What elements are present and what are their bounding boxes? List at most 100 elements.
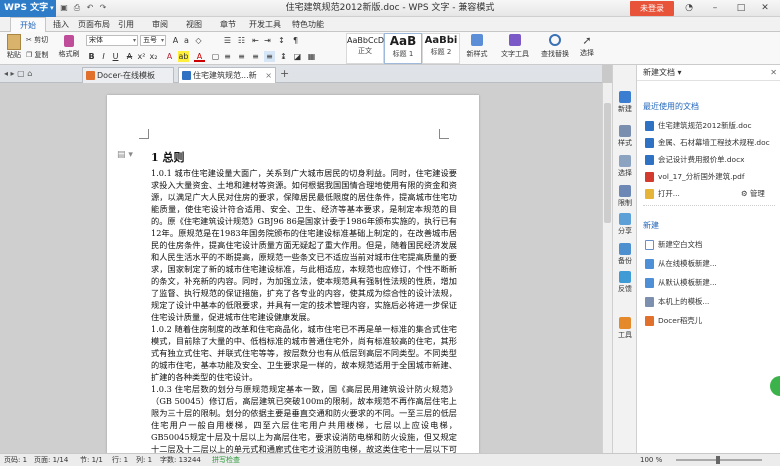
toolbar-new[interactable]: 新建 xyxy=(613,91,637,114)
border-icon[interactable]: ▦ xyxy=(306,51,317,62)
doc-tab-active[interactable]: 住宅建筑规范...新版.doc× xyxy=(178,67,276,95)
tab-view[interactable]: 视图 xyxy=(180,17,208,32)
subscript-icon[interactable]: x₂ xyxy=(148,51,159,62)
char-border-icon[interactable]: ▢ xyxy=(210,51,221,62)
manage-button[interactable]: ⚙ 管理 xyxy=(741,188,765,199)
superscript-icon[interactable]: x² xyxy=(136,51,147,62)
style-heading-2[interactable]: AaBbi 标题 2 xyxy=(422,33,460,64)
style-normal[interactable]: AaBbCcD 正文 xyxy=(346,33,384,64)
numbered-list-icon[interactable]: ☷ xyxy=(236,35,247,46)
zoom-level[interactable]: 100 % xyxy=(640,454,662,466)
clear-format-icon[interactable]: ◇ xyxy=(193,35,204,46)
document-body[interactable]: 1.0.1 城市住宅建设量大面广，关系到广大城市居民的切身利益。同时，住宅建设要… xyxy=(151,167,457,453)
align-left-icon[interactable]: ≡ xyxy=(222,51,233,62)
copy-label: 复制 xyxy=(34,51,49,59)
align-right-icon[interactable]: ≡ xyxy=(250,51,261,62)
new-blank-doc[interactable]: 新建空白文档 xyxy=(645,239,702,250)
bold-icon[interactable]: B xyxy=(86,51,97,62)
text-effect-icon[interactable]: A xyxy=(164,51,175,62)
shading-icon[interactable]: ◪ xyxy=(292,51,303,62)
shrink-font-icon[interactable]: a xyxy=(181,35,192,46)
new-from-local[interactable]: 本机上的模板... xyxy=(645,296,709,307)
recent-doc-item[interactable]: 金属、石材幕墙工程技术规程.doc xyxy=(645,137,770,148)
text-tools-button[interactable]: 文字工具 xyxy=(498,34,532,59)
copy-button[interactable]: ❐ 复制 xyxy=(26,50,49,60)
chevron-down-icon: ▾ xyxy=(160,37,164,44)
open-file-button[interactable]: 打开... xyxy=(645,188,680,199)
show-marks-icon[interactable]: ¶ xyxy=(290,35,301,46)
document-page[interactable]: ▤ ▾ 1 总则 1.0.1 城市住宅建设量大面广，关系到广大城市居民的切身利益… xyxy=(107,95,479,453)
doc-tab-docer[interactable]: Docer-在线模板 xyxy=(82,67,174,83)
task-pane-header[interactable]: 新建文档 ▾ ✕ xyxy=(637,65,780,81)
underline-icon[interactable]: U xyxy=(110,51,121,62)
spell-check-status[interactable]: 拼写检查 xyxy=(212,454,240,466)
document-canvas[interactable]: ▤ ▾ 1 总则 1.0.1 城市住宅建设量大面广，关系到广大城市居民的切身利益… xyxy=(0,83,602,453)
zoom-slider-thumb[interactable] xyxy=(716,456,720,464)
bullet-list-icon[interactable]: ☰ xyxy=(222,35,233,46)
status-page: 页码: 1 xyxy=(4,456,28,464)
tab-chapter[interactable]: 章节 xyxy=(214,17,242,32)
tab-references[interactable]: 引用 xyxy=(112,17,140,32)
settings-icon[interactable]: ◔ xyxy=(680,0,698,17)
tab-review[interactable]: 审阅 xyxy=(146,17,174,32)
style-heading-1[interactable]: AaB 标题 1 xyxy=(384,33,422,64)
toolbar-feedback[interactable]: 反馈 xyxy=(613,271,637,294)
decrease-indent-icon[interactable]: ⇤ xyxy=(250,35,261,46)
cut-button[interactable]: ✂ 剪切 xyxy=(26,35,48,45)
paragraph: 1.0.2 随着住房制度的改革和住宅商品化，城市住宅已不再是单一标准的集合式住宅… xyxy=(151,324,457,382)
tab-page-layout[interactable]: 页面布局 xyxy=(76,17,112,32)
new-from-default[interactable]: 从默认模板新建... xyxy=(645,277,717,288)
folder-icon xyxy=(645,189,654,199)
toolbar-select[interactable]: 选择 xyxy=(613,155,637,178)
new-from-online[interactable]: 从在线模板新建... xyxy=(645,258,717,269)
format-painter-button[interactable]: 格式刷 xyxy=(58,35,80,59)
paragraph: 1.0.3 住宅层数的划分与原规范规定基本一致，国《高层民用建筑设计防火规范》（… xyxy=(151,384,457,453)
select-button[interactable]: ➚ 选择 xyxy=(574,34,600,58)
cut-label: 剪切 xyxy=(34,36,49,44)
status-words[interactable]: 字数: 13244 xyxy=(160,454,201,466)
recent-doc-item[interactable]: 会记设计费用报价单.docx xyxy=(645,154,745,165)
new-item-label: 从默认模板新建... xyxy=(658,278,717,287)
font-family-select[interactable]: 宋体 ▾ xyxy=(86,35,138,46)
paragraph-icon[interactable]: ▤ ▾ xyxy=(117,150,133,160)
toolbar-style[interactable]: 样式 xyxy=(613,125,637,148)
close-button[interactable]: ✕ xyxy=(756,0,774,17)
recent-doc-item[interactable]: vol_17_分析国外建筑.pdf xyxy=(645,171,744,182)
crop-mark xyxy=(139,129,149,139)
maximize-button[interactable]: □ xyxy=(732,0,750,17)
minimize-button[interactable]: – xyxy=(706,0,724,17)
new-style-button[interactable]: 新样式 xyxy=(462,34,492,59)
italic-icon[interactable]: I xyxy=(98,51,109,62)
tab-special[interactable]: 特色功能 xyxy=(288,17,328,32)
tab-developer[interactable]: 开发工具 xyxy=(246,17,284,32)
line-spacing-icon[interactable]: ↨ xyxy=(278,51,289,62)
font-color-icon[interactable]: A xyxy=(194,51,205,62)
brush-icon xyxy=(64,35,74,47)
docer-link[interactable]: Docer稻壳儿 xyxy=(645,315,702,326)
find-replace-button[interactable]: 查找替换 xyxy=(538,34,572,59)
vertical-scrollbar[interactable] xyxy=(602,83,612,453)
toolbar-share[interactable]: 分享 xyxy=(613,213,637,236)
new-tab-button[interactable]: + xyxy=(280,67,289,80)
toolbar-tools[interactable]: 工具 xyxy=(613,317,637,340)
font-size-select[interactable]: 五号 ▾ xyxy=(140,35,166,46)
recent-doc-item[interactable]: 住宅建筑规范2012新版.doc xyxy=(645,120,752,131)
justify-icon[interactable]: ≡ xyxy=(264,51,275,62)
sort-icon[interactable]: ↕ xyxy=(276,35,287,46)
scrollbar-thumb[interactable] xyxy=(604,103,611,223)
login-button[interactable]: 未登录 xyxy=(630,1,674,16)
align-center-icon[interactable]: ≡ xyxy=(236,51,247,62)
increase-indent-icon[interactable]: ⇥ xyxy=(262,35,273,46)
toolbar-restrict[interactable]: 限制 xyxy=(613,185,637,208)
tab-home[interactable]: 开始 xyxy=(10,17,46,33)
close-icon[interactable]: ✕ xyxy=(770,65,777,81)
tab-nav-icons[interactable]: ◂ ▸ ▢ ⌂ xyxy=(4,69,32,78)
highlight-icon[interactable]: ab xyxy=(178,51,189,62)
close-tab-icon[interactable]: × xyxy=(265,68,272,83)
paste-button[interactable]: 粘贴 xyxy=(5,34,23,60)
strikethrough-icon[interactable]: A xyxy=(124,51,135,62)
tab-insert[interactable]: 插入 xyxy=(46,17,76,32)
new-item-label: 本机上的模板... xyxy=(658,297,710,306)
grow-font-icon[interactable]: A xyxy=(170,35,181,46)
toolbar-backup[interactable]: 备份 xyxy=(613,243,637,266)
